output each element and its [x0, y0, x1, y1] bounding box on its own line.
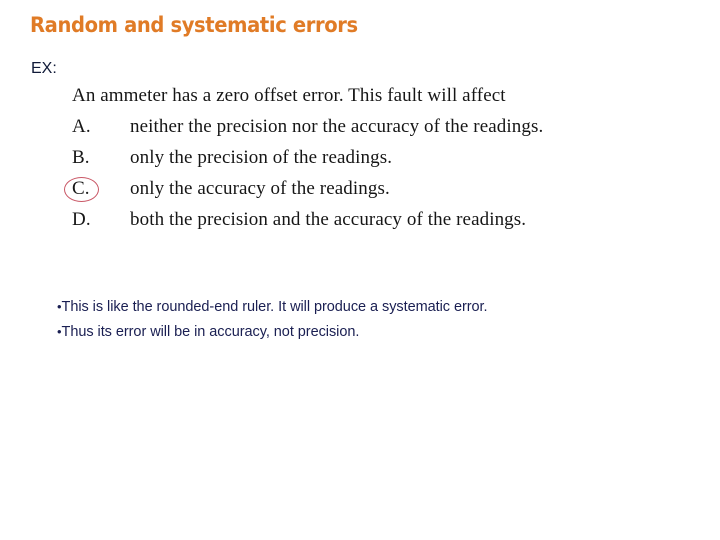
page-title: Random and systematic errors [30, 13, 358, 37]
note-text-1: This is like the rounded-end ruler. It w… [61, 299, 488, 315]
option-row-a[interactable]: A. neither the precision nor the accurac… [62, 111, 622, 142]
option-c-text: only the accuracy of the readings. [130, 178, 390, 199]
option-c-label: C. [72, 178, 90, 199]
note-line-1: •This is like the rounded-end ruler. It … [57, 294, 488, 319]
example-label: EX: [31, 60, 57, 77]
option-d-text: both the precision and the accuracy of t… [130, 209, 527, 230]
option-a-text: neither the precision nor the accuracy o… [130, 116, 544, 137]
option-b-text: only the precision of the readings. [130, 147, 393, 168]
option-row-d[interactable]: D. both the precision and the accuracy o… [62, 204, 622, 235]
explanation-notes: •This is like the rounded-end ruler. It … [57, 294, 488, 344]
note-text-2: Thus its error will be in accuracy, not … [61, 324, 360, 340]
option-row-c[interactable]: C. only the accuracy of the readings. [62, 173, 622, 204]
question-scan-block: An ammeter has a zero offset error. This… [62, 80, 622, 235]
question-stem: An ammeter has a zero offset error. This… [72, 85, 506, 106]
slide-canvas: Random and systematic errors EX: An amme… [0, 0, 720, 540]
option-d-label: D. [72, 209, 91, 230]
option-row-b[interactable]: B. only the precision of the readings. [62, 142, 622, 173]
note-line-2: •Thus its error will be in accuracy, not… [57, 319, 488, 344]
option-a-label: A. [72, 116, 91, 137]
option-b-label: B. [72, 147, 90, 168]
